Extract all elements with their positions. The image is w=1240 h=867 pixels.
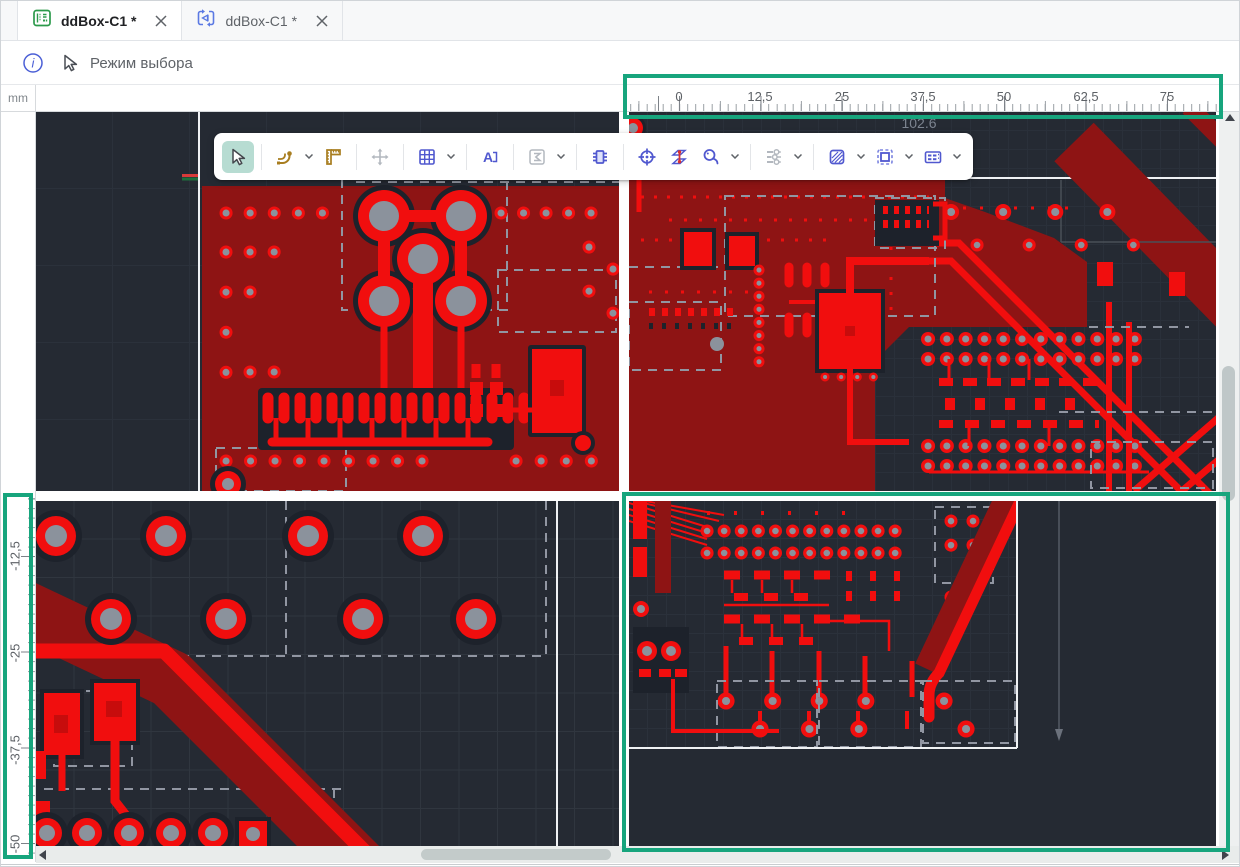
board-document-icon (32, 8, 52, 33)
tab-schematic[interactable]: ddBox-C1 * (182, 1, 343, 40)
horizontal-scrollbar[interactable] (36, 846, 1240, 863)
floating-toolbar: A (214, 133, 973, 180)
tab-board[interactable]: ddBox-C1 * (17, 1, 182, 40)
mode-toolbar: i Режим выбора (1, 42, 1240, 85)
toolbar-separator (261, 144, 262, 170)
chevron-down-icon[interactable] (443, 141, 459, 173)
info-icon[interactable]: i (22, 52, 44, 74)
svg-text:i: i (32, 56, 36, 71)
copper-zone-tool-button[interactable] (821, 141, 853, 173)
close-icon[interactable] (316, 15, 328, 27)
ruler-tick-label: 37,5 (910, 89, 935, 104)
ruler-tick-label: -12,5 (8, 541, 23, 571)
via-stack-tool-button[interactable] (663, 141, 695, 173)
cursor-mode-icon (60, 53, 80, 73)
toolbar-separator (750, 144, 751, 170)
ruler-top: 0 12,5 25 37,5 50 62,5 75 (36, 85, 1240, 112)
route-tool-button[interactable] (269, 141, 301, 173)
ruler-tick-label: 50 (997, 89, 1011, 104)
toolbar-separator (513, 144, 514, 170)
grid-tool-button[interactable] (411, 141, 443, 173)
toolbar-separator (466, 144, 467, 170)
horizontal-scrollbar-thumb[interactable] (421, 849, 611, 860)
ic-cluster-top (875, 198, 945, 248)
ruler-tick-label: 75 (1160, 89, 1174, 104)
ruler-left: -12,5 -25 -37,5 -50 (1, 112, 36, 862)
ruler-tick-label: -50 (8, 835, 23, 854)
move-tool-button[interactable] (364, 141, 396, 173)
scroll-right-arrow[interactable] (1222, 850, 1229, 860)
svg-text:A: A (483, 149, 493, 165)
chevron-down-icon[interactable] (949, 141, 965, 173)
scroll-up-arrow[interactable] (1225, 114, 1235, 121)
pcb-view-bottom-left[interactable] (36, 501, 619, 846)
chevron-down-icon[interactable] (301, 141, 317, 173)
origin-tool-button[interactable] (631, 141, 663, 173)
mode-label: Режим выбора (90, 55, 193, 72)
dimension-label: 102.6 (879, 115, 959, 131)
text-tool-button[interactable]: A (474, 141, 506, 173)
toolbar-separator (813, 144, 814, 170)
ruler-tick-label: 12,5 (747, 89, 772, 104)
ruler-tick-label: 62,5 (1073, 89, 1098, 104)
chevron-down-icon[interactable] (727, 141, 743, 173)
chevron-down-icon[interactable] (901, 141, 917, 173)
tab-label: ddBox-C1 * (61, 13, 136, 29)
schematic-document-icon (196, 8, 216, 33)
toolbar-separator (623, 144, 624, 170)
ruler-tick-label: 25 (835, 89, 849, 104)
ruler-unit-label: mm (1, 85, 36, 112)
scroll-left-arrow[interactable] (39, 850, 46, 860)
net-classes-tool-button[interactable] (758, 141, 790, 173)
pcb-canvas[interactable]: 102.6 (36, 112, 1240, 867)
vertical-scrollbar-thumb[interactable] (1222, 366, 1235, 501)
pcb-view-bottom-right[interactable] (629, 501, 1216, 846)
selection-filter-tool-button[interactable] (869, 141, 901, 173)
formula-tool-button[interactable] (521, 141, 553, 173)
tab-label: ddBox-C1 * (225, 13, 297, 29)
panelization-tool-button[interactable] (917, 141, 949, 173)
chevron-down-icon[interactable] (790, 141, 806, 173)
component-tool-button[interactable] (584, 141, 616, 173)
zoom-tool-button[interactable] (695, 141, 727, 173)
select-tool-button[interactable] (222, 141, 254, 173)
close-icon[interactable] (155, 15, 167, 27)
window-bottom-divider (1, 864, 1240, 865)
document-tabbar: ddBox-C1 * ddBox-C1 * (1, 1, 1240, 41)
toolbar-separator (403, 144, 404, 170)
view-splitter-vertical[interactable] (619, 112, 629, 846)
ruler-tick-label: -37,5 (8, 735, 23, 765)
measure-tool-button[interactable] (317, 141, 349, 173)
toolbar-separator (356, 144, 357, 170)
toolbar-separator (576, 144, 577, 170)
app-window: ddBox-C1 * ddBox-C1 * i Режим выбора mm (0, 0, 1240, 867)
vertical-scrollbar[interactable] (1219, 112, 1240, 846)
ruler-tick-label: 0 (675, 89, 682, 104)
chevron-down-icon[interactable] (853, 141, 869, 173)
ruler-left-major-ticks (21, 493, 35, 857)
chevron-down-icon[interactable] (553, 141, 569, 173)
view-splitter-horizontal[interactable] (36, 491, 1219, 501)
ruler-tick-label: -25 (8, 644, 23, 663)
